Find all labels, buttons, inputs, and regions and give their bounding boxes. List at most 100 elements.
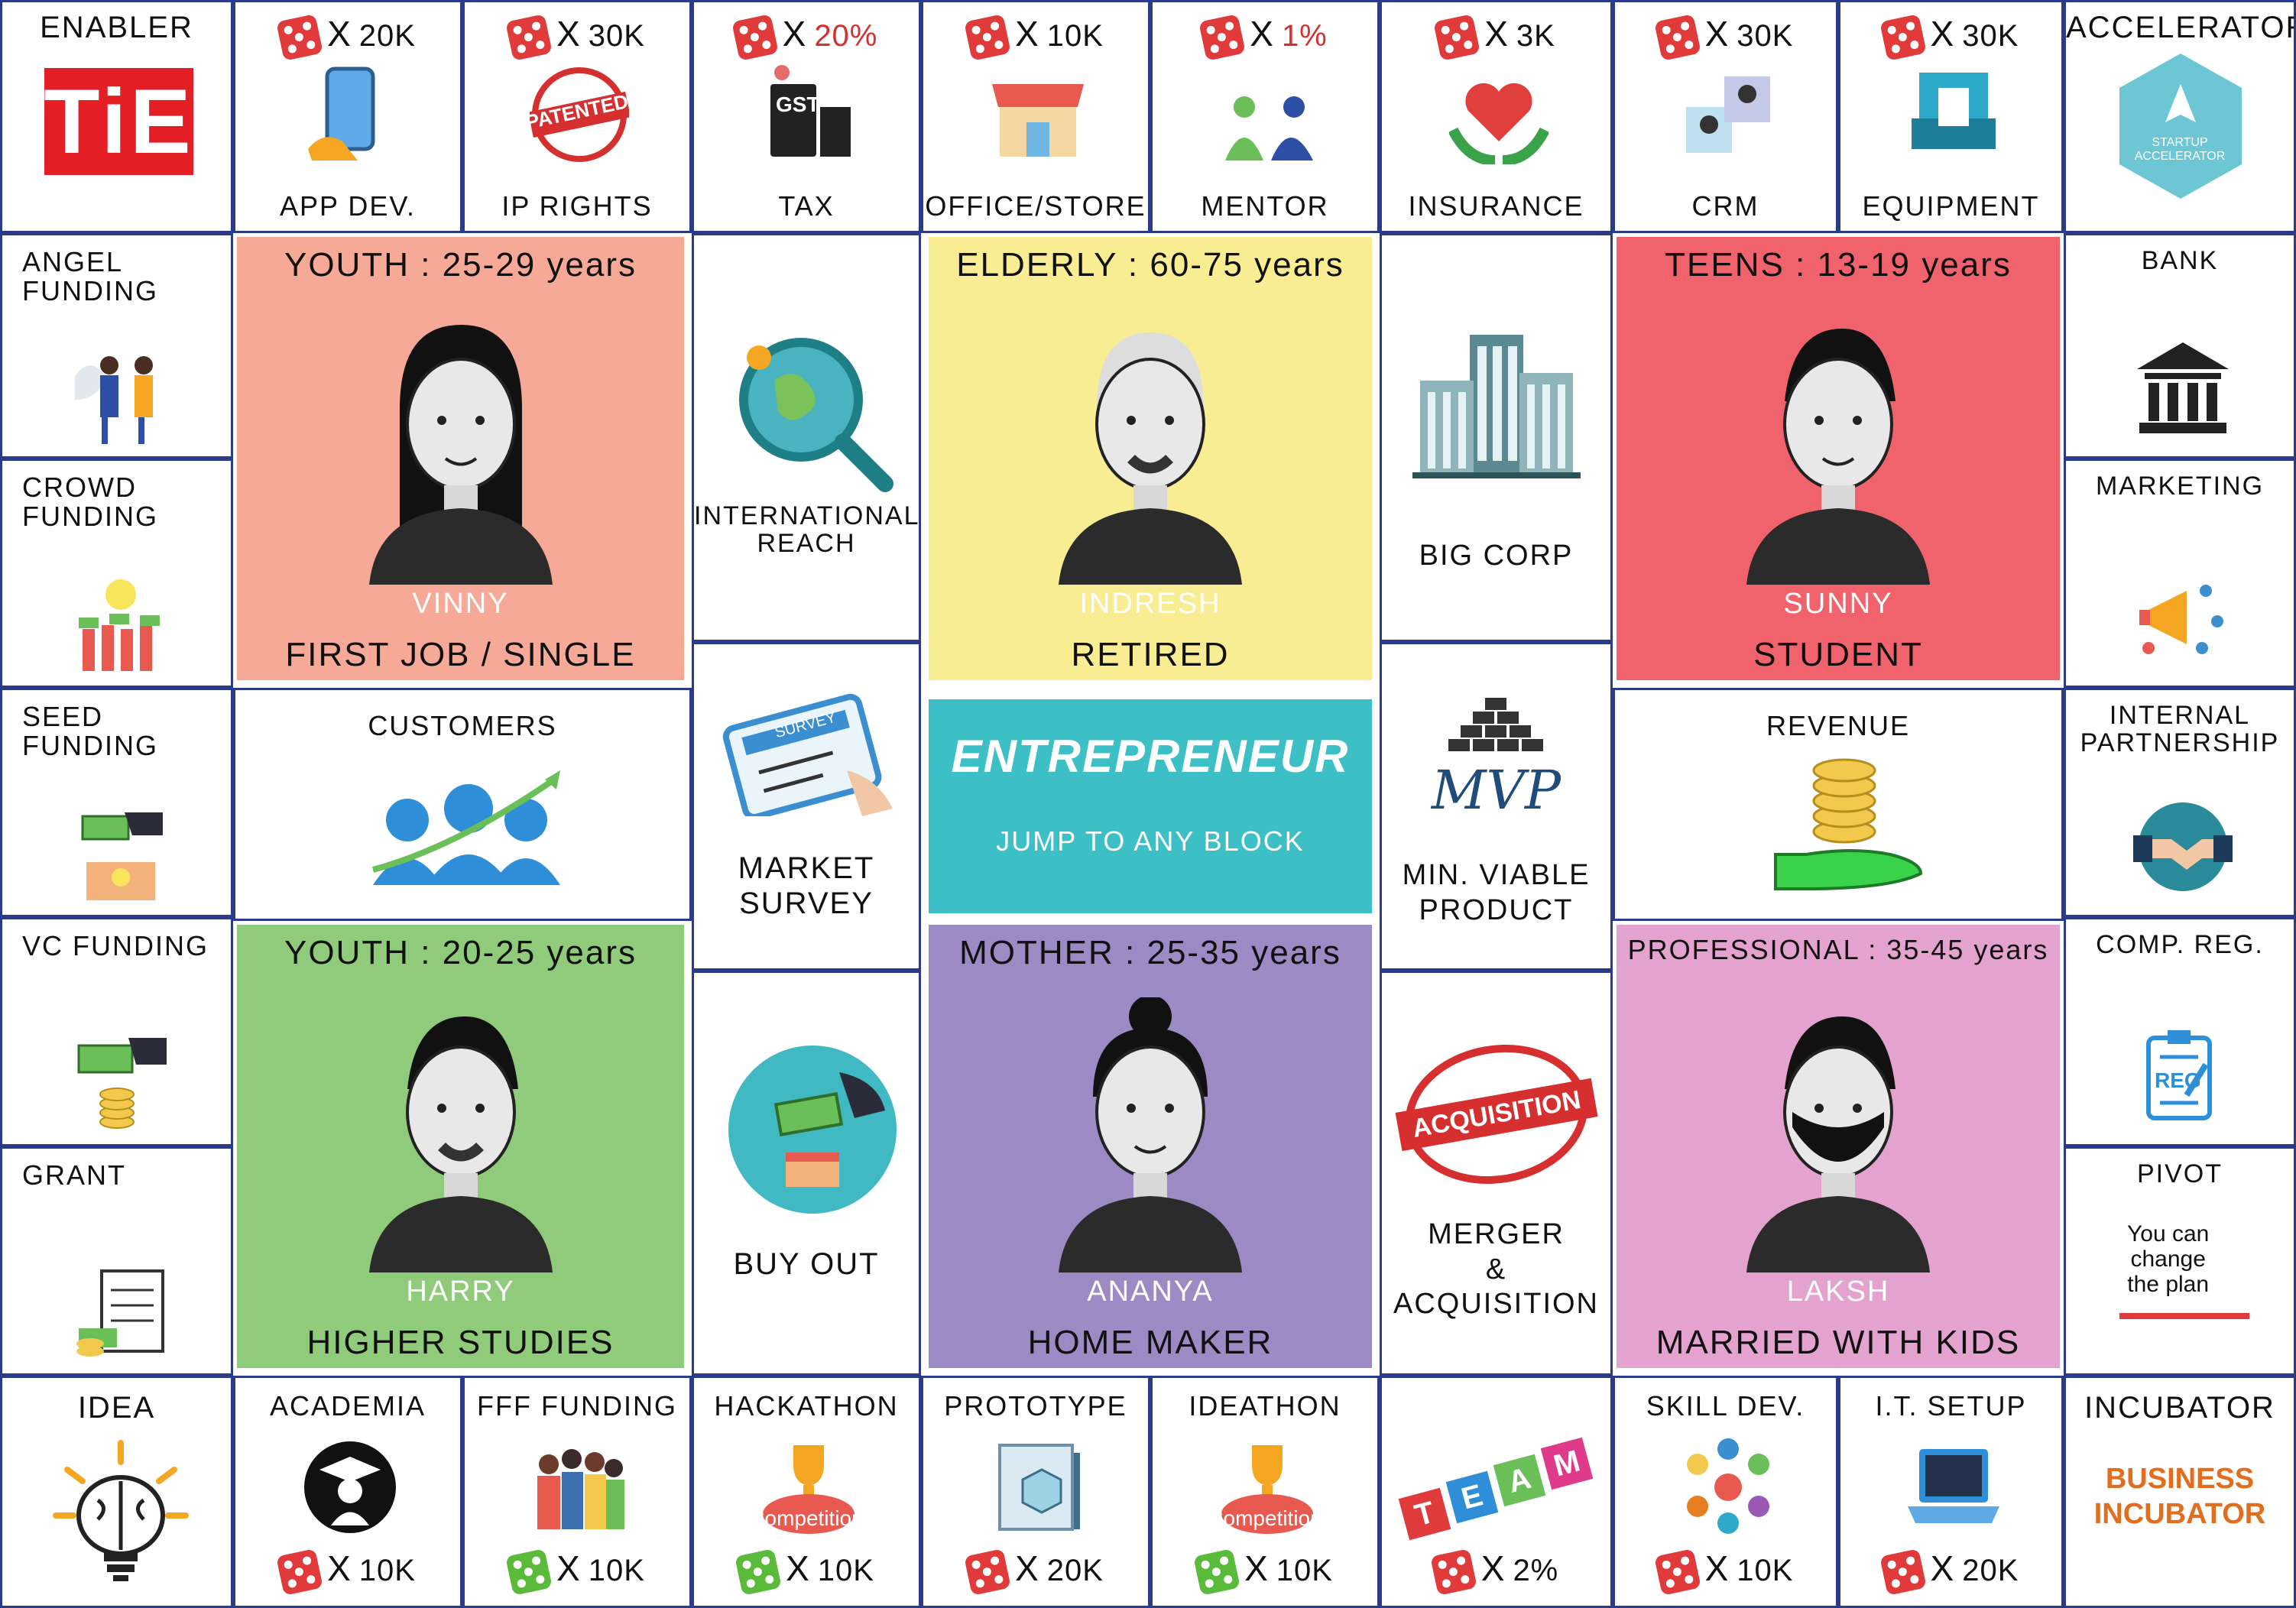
multiply-symbol: X bbox=[786, 1548, 810, 1588]
bottom-block[interactable]: FFF FUNDING X 10K bbox=[462, 1376, 692, 1608]
dice-icon bbox=[1653, 1548, 1701, 1597]
angel-investor-icon bbox=[71, 346, 170, 446]
character-laksh[interactable]: PROFESSIONAL : 35-45 years LAKSH MARRIED W… bbox=[1617, 925, 2060, 1368]
top-block[interactable]: X 3K INSURANCE bbox=[1380, 0, 1613, 233]
block-international-reach[interactable]: INTERNATIONAL REACH bbox=[692, 233, 921, 642]
block-buy-out[interactable]: BUY OUT bbox=[692, 971, 921, 1376]
top-block[interactable]: X 30K EQUIPMENT bbox=[1838, 0, 2064, 233]
pivot-arrows-icon bbox=[2119, 1313, 2249, 1319]
multiply-symbol: X bbox=[1484, 14, 1509, 53]
corner-accelerator-label: ACCELERATOR bbox=[2066, 11, 2296, 44]
coin-hand-icon bbox=[1774, 758, 1923, 890]
cost-line: X 10K bbox=[1615, 1548, 1836, 1597]
storefront-icon bbox=[988, 65, 1088, 164]
top-block-label: OFFICE/STORE bbox=[925, 190, 1146, 222]
bottom-block[interactable]: T E A M X 2% bbox=[1380, 1376, 1613, 1608]
multiply-symbol: X bbox=[327, 14, 352, 53]
bottom-block[interactable]: PROTOTYPE X 20K bbox=[921, 1376, 1150, 1608]
dice-icon bbox=[276, 1548, 323, 1597]
center-entrepreneur[interactable]: ENTREPRENEUR JUMP TO ANY BLOCK bbox=[929, 699, 1372, 913]
merger-label: MERGER & ACQUISITION bbox=[1393, 1218, 1600, 1321]
team-letter-block: A bbox=[1493, 1454, 1546, 1507]
blueprint-icon bbox=[988, 1438, 1088, 1537]
character-status: HIGHER STUDIES bbox=[306, 1324, 615, 1361]
incubator-wordcloud-icon: BUSINESS INCUBATOR bbox=[2093, 1463, 2266, 1530]
bottom-block[interactable]: I.T. SETUP X 20K bbox=[1838, 1376, 2064, 1608]
left-block[interactable]: GRANT bbox=[0, 1146, 233, 1376]
right-block-label: INTERNAL PARTNERSHIP bbox=[2080, 701, 2280, 757]
top-block-label: MENTOR bbox=[1201, 190, 1329, 222]
cost-value: 10K bbox=[1276, 1554, 1333, 1587]
dice-icon bbox=[505, 14, 553, 62]
megaphone-icon bbox=[2133, 568, 2233, 667]
character-name: HARRY bbox=[406, 1276, 515, 1308]
corner-enabler[interactable]: ENABLER TiE bbox=[0, 0, 233, 233]
mvp-mark-text: MVP bbox=[1431, 759, 1561, 822]
right-block[interactable]: BANK bbox=[2064, 233, 2296, 459]
block-big-corp[interactable]: BIG CORP bbox=[1380, 233, 1613, 642]
top-block[interactable]: X 30K PATENTED IP RIGHTS bbox=[462, 0, 692, 233]
cost-line: X 30K bbox=[1840, 13, 2061, 62]
left-block[interactable]: VC FUNDING bbox=[0, 917, 233, 1146]
right-block[interactable]: COMP. REG. REG bbox=[2064, 917, 2296, 1146]
dice-icon bbox=[1653, 14, 1701, 62]
right-block[interactable]: MARKETING bbox=[2064, 459, 2296, 688]
left-block[interactable]: SEED FUNDING bbox=[0, 688, 233, 917]
block-revenue[interactable]: REVENUE bbox=[1613, 688, 2064, 921]
multiply-symbol: X bbox=[1704, 14, 1730, 53]
bottom-block[interactable]: HACKATHON Competition X 10K bbox=[692, 1376, 921, 1608]
right-block[interactable]: PIVOT You can change the plan bbox=[2064, 1146, 2296, 1376]
cost-value: 10K bbox=[1737, 1554, 1794, 1587]
left-block[interactable]: CROWD FUNDING bbox=[0, 459, 233, 688]
left-block[interactable]: ANGEL FUNDING bbox=[0, 233, 233, 459]
right-block-label: MARKETING bbox=[2095, 472, 2265, 501]
cost-value: 20K bbox=[1046, 1554, 1104, 1587]
heart-hands-icon bbox=[1448, 65, 1549, 166]
right-block[interactable]: INTERNAL PARTNERSHIP bbox=[2064, 688, 2296, 917]
top-block[interactable]: X 20% GST TAX bbox=[692, 0, 921, 233]
block-market-survey[interactable]: SURVEY MARKET SURVEY bbox=[692, 642, 921, 971]
top-block[interactable]: X 1% MENTOR bbox=[1150, 0, 1380, 233]
cost-value: 20K bbox=[1962, 1554, 2019, 1587]
character-sunny[interactable]: TEENS : 13-19 years SUNNY STUDENT bbox=[1617, 237, 2060, 680]
bottom-block[interactable]: ACADEMIA X 10K bbox=[233, 1376, 462, 1608]
competition-badge: Competition bbox=[749, 1506, 864, 1530]
block-customers[interactable]: CUSTOMERS bbox=[233, 688, 692, 921]
corner-incubator[interactable]: INCUBATOR BUSINESS INCUBATOR bbox=[2064, 1376, 2296, 1608]
cost-value: 10K bbox=[1046, 19, 1104, 53]
character-vinny[interactable]: YOUTH : 25-29 years VINNY FIRST JOB / SING… bbox=[237, 237, 684, 680]
block-mvp[interactable]: MVP MIN. VIABLE PRODUCT bbox=[1380, 642, 1613, 971]
revenue-label: REVENUE bbox=[1766, 710, 1911, 741]
dice-icon bbox=[276, 14, 323, 62]
dice-icon bbox=[731, 14, 779, 62]
cost-value: 30K bbox=[1962, 19, 2019, 53]
bottom-block[interactable]: IDEATHON Competition X 10K bbox=[1150, 1376, 1380, 1608]
corner-idea[interactable]: IDEA bbox=[0, 1376, 233, 1608]
character-name: ANANYA bbox=[1087, 1276, 1214, 1308]
corner-enabler-label: ENABLER bbox=[40, 11, 193, 44]
cost-line: X 20K bbox=[1840, 1548, 2061, 1597]
block-merger-acquisition[interactable]: ACQUISITION MERGER & ACQUISITION bbox=[1380, 971, 1613, 1376]
character-harry[interactable]: YOUTH : 20-25 years HARRY HIGHER STUDIES bbox=[237, 925, 684, 1368]
mvp-label: MIN. VIABLE PRODUCT bbox=[1402, 859, 1591, 926]
dice-icon bbox=[1193, 1548, 1240, 1597]
corner-accelerator[interactable]: ACCELERATOR STARTUP ACCELERATOR bbox=[2064, 0, 2296, 233]
top-block[interactable]: X 10K OFFICE/STORE bbox=[921, 0, 1150, 233]
character-status: MARRIED WITH KIDS bbox=[1656, 1324, 2021, 1361]
top-block-label: CRM bbox=[1691, 190, 1759, 222]
multiply-symbol: X bbox=[1480, 1548, 1506, 1588]
character-name: INDRESH bbox=[1079, 588, 1221, 620]
character-name: VINNY bbox=[412, 588, 509, 620]
big-corp-label: BIG CORP bbox=[1419, 540, 1574, 572]
bottom-block[interactable]: SKILL DEV. X 10K bbox=[1613, 1376, 1838, 1608]
character-ananya[interactable]: MOTHER : 25-35 years ANANYA HOME MAKER bbox=[929, 925, 1372, 1368]
character-indresh[interactable]: ELDERLY : 60-75 years INDRESH RETIRED bbox=[929, 237, 1372, 680]
top-block[interactable]: X 30K CRM bbox=[1613, 0, 1838, 233]
dice-icon bbox=[1429, 1548, 1477, 1597]
top-block[interactable]: X 20K APP DEV. bbox=[233, 0, 462, 233]
multiply-symbol: X bbox=[1930, 14, 1955, 53]
cost-value: 30K bbox=[588, 19, 645, 53]
center-title: ENTREPRENEUR bbox=[951, 731, 1350, 782]
left-block-label: GRANT bbox=[22, 1159, 126, 1191]
top-block-label: IP RIGHTS bbox=[501, 190, 653, 222]
